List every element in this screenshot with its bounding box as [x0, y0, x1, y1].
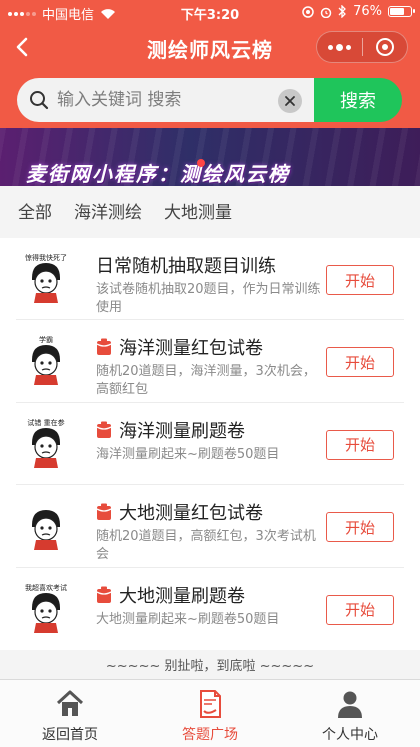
- battery-fill: [390, 8, 405, 15]
- red-packet-icon: [96, 338, 112, 356]
- avatar-caption: 学霸: [39, 335, 53, 344]
- end-of-list-tip: ~~~~~ 别扯啦，到底啦 ~~~~~: [105, 659, 315, 674]
- avatar-caption: 惊得我快死了: [25, 253, 67, 262]
- start-exam-button[interactable]: 开始: [326, 594, 394, 625]
- exam-list-item[interactable]: 我超喜欢考试 大地测量刷题卷 大地测量刷起来~刷题卷50题目 开始: [16, 568, 404, 650]
- exam-title-text: 海洋测量红包试卷: [119, 338, 263, 360]
- clear-search-button[interactable]: [278, 89, 302, 113]
- exam-list-item[interactable]: 大地测量红包试卷 随机20道题目，高额红包，3次考试机会 开始: [16, 485, 404, 568]
- meme-avatar-image: 我超喜欢考试: [20, 581, 72, 634]
- red-packet-icon: [96, 586, 112, 603]
- exam-description: 随机20道题目，海洋测量，3次机会，高额红包: [96, 364, 316, 398]
- exam-description: 随机20道题目，高额红包，3次考试机会: [96, 529, 316, 563]
- tab-geodetic-surveying[interactable]: 大地测量: [164, 198, 232, 223]
- exam-list: 惊得我快死了 日常随机抽取题目训练 该试卷随机抽取20题目，作为日常训练使用 开…: [0, 238, 420, 650]
- red-packet-icon: [96, 421, 112, 438]
- tab-all[interactable]: 全部: [18, 198, 52, 223]
- meme-avatar-image: 试错 重在参: [20, 416, 72, 469]
- battery-percent: 76%: [353, 4, 382, 19]
- status-bar: 中国电信 下午3:20 76%: [0, 0, 420, 24]
- user-icon: [338, 691, 362, 718]
- exam-title: 大地测量刷题卷: [96, 582, 245, 608]
- tab-bar-exam-square[interactable]: 答题广场: [140, 680, 280, 747]
- search-icon: [30, 91, 49, 110]
- avatar-caption: 我超喜欢考试: [25, 583, 67, 592]
- exam-description: 该试卷随机抽取20题目，作为日常训练使用: [96, 282, 321, 315]
- start-exam-button[interactable]: 开始: [326, 429, 394, 460]
- exam-description: 海洋测量刷起来~刷题卷50题目: [96, 446, 280, 462]
- exam-paper-icon: [200, 690, 221, 718]
- exam-description: 大地测量刷起来~刷题卷50题目: [96, 611, 280, 627]
- search-button[interactable]: 搜索: [314, 78, 402, 122]
- bottom-tab-bar: 返回首页 答题广场 个人中心: [0, 679, 420, 747]
- tab-ocean-surveying[interactable]: 海洋测绘: [74, 198, 142, 223]
- exam-title: 日常随机抽取题目训练: [96, 252, 276, 278]
- exam-title: 大地测量红包试卷: [96, 499, 263, 525]
- exam-list-item[interactable]: 试错 重在参 海洋测量刷题卷 海洋测量刷起来~刷题卷50题目 开始: [16, 403, 404, 486]
- miniprogram-capsule: [316, 31, 408, 63]
- app-root: 中国电信 下午3:20 76% 测绘师风云榜 搜索: [0, 0, 420, 747]
- promo-banner[interactable]: 麦街网小程序：测绘风云榜: [0, 128, 420, 186]
- location-icon: [302, 5, 314, 18]
- tab-bar-home[interactable]: 返回首页: [0, 680, 140, 747]
- exam-list-item[interactable]: 惊得我快死了 日常随机抽取题目训练 该试卷随机抽取20题目，作为日常训练使用 开…: [16, 238, 404, 321]
- more-options-button[interactable]: [317, 32, 362, 62]
- search-input[interactable]: [57, 78, 277, 122]
- tab-bar-label: 答题广场: [182, 727, 238, 743]
- exam-title-text: 海洋测量刷题卷: [119, 420, 245, 442]
- meme-avatar-image: [20, 499, 72, 552]
- avatar-caption: 试错 重在参: [27, 418, 64, 427]
- home-icon: [56, 690, 84, 716]
- tab-bar-label: 个人中心: [322, 727, 378, 743]
- battery-icon: [388, 6, 415, 17]
- close-miniprogram-button[interactable]: [363, 32, 407, 62]
- meme-avatar-image: 惊得我快死了: [20, 252, 72, 304]
- close-icon: [285, 96, 295, 106]
- exam-title: 海洋测量刷题卷: [96, 417, 245, 443]
- banner-text: 麦街网小程序：测绘风云榜: [26, 162, 290, 186]
- search-area: 搜索: [0, 70, 420, 128]
- exam-title: 海洋测量红包试卷: [96, 334, 263, 360]
- tab-bar-profile[interactable]: 个人中心: [280, 680, 420, 747]
- start-exam-button[interactable]: 开始: [326, 512, 394, 543]
- tab-bar-label: 返回首页: [42, 727, 98, 743]
- exam-title-text: 大地测量刷题卷: [119, 585, 245, 607]
- exam-title-text: 大地测量红包试卷: [119, 503, 263, 525]
- start-exam-button[interactable]: 开始: [326, 265, 394, 295]
- bluetooth-icon: [338, 5, 347, 18]
- banner-dot: [197, 159, 205, 167]
- search-box: [17, 78, 314, 122]
- alarm-icon: [320, 7, 332, 18]
- meme-avatar-image: 学霸: [20, 334, 72, 387]
- start-exam-button[interactable]: 开始: [326, 347, 394, 378]
- category-tabs: 全部 海洋测绘 大地测量: [0, 186, 420, 234]
- nav-bar: 测绘师风云榜: [0, 24, 420, 70]
- exam-list-item[interactable]: 学霸 海洋测量红包试卷 随机20道题目，海洋测量，3次机会，高额红包 开始: [16, 320, 404, 403]
- exam-title-text: 日常随机抽取题目训练: [96, 256, 276, 277]
- red-packet-icon: [96, 503, 112, 521]
- target-icon: [375, 38, 394, 56]
